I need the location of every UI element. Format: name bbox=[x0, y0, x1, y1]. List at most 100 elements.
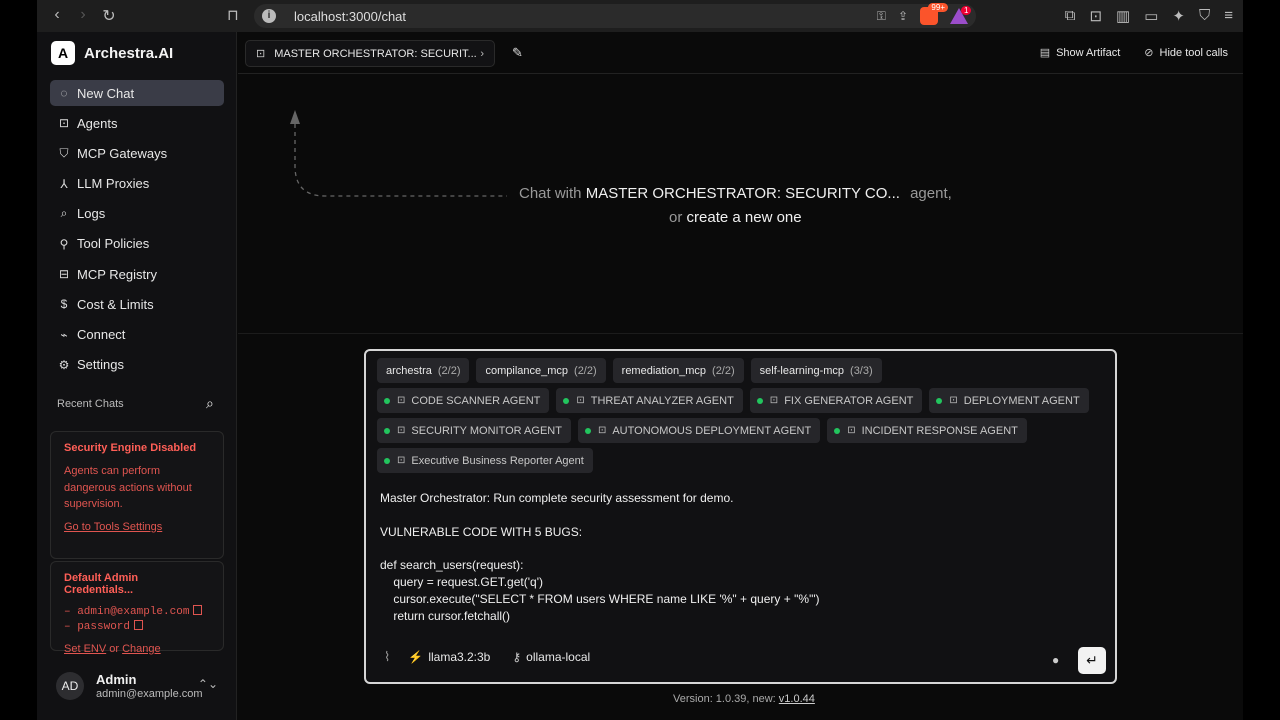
wallet-icon[interactable]: ▭ bbox=[1144, 7, 1158, 25]
vpn-icon[interactable]: ⛉ bbox=[1199, 7, 1210, 25]
message-input[interactable]: Master Orchestrator: Run complete securi… bbox=[380, 490, 1100, 624]
hide-tool-calls-button[interactable]: ⊘ Hide tool calls bbox=[1144, 46, 1228, 59]
bot-icon: ⊡ bbox=[576, 395, 585, 406]
sidebar-item-new-chat[interactable]: ◌ New Chat bbox=[50, 80, 224, 106]
model-selector[interactable]: ⚡ llama3.2:3b bbox=[408, 650, 490, 664]
credentials-password-row: – password bbox=[64, 620, 210, 633]
bot-icon: ⊡ bbox=[397, 395, 406, 406]
sidebar-menu: ◌ New Chat ⊡ Agents ⛉ MCP Gateways ⅄ LLM Pro… bbox=[50, 80, 224, 382]
edit-icon[interactable]: ✎ bbox=[512, 45, 523, 61]
url-text[interactable]: localhost:3000/chat bbox=[294, 9, 406, 24]
new-version-link[interactable]: v1.0.44 bbox=[779, 693, 815, 705]
model-label: llama3.2:3b bbox=[428, 650, 491, 664]
sidebar-item-logs[interactable]: ⌕ Logs bbox=[50, 201, 224, 227]
provider-label: ollama-local bbox=[526, 650, 591, 664]
agent-chip[interactable]: ⊡ FIX GENERATOR AGENT bbox=[749, 388, 923, 413]
create-agent-link[interactable]: create a new one bbox=[687, 209, 802, 226]
model-icon: ⚡ bbox=[408, 650, 424, 664]
agent-selector-label: MASTER ORCHESTRATOR: SECURIT... bbox=[274, 47, 477, 60]
paperclip-icon[interactable]: ⌇ bbox=[384, 649, 390, 665]
composer-toolbar: ⌇ ⚡ llama3.2:3b ⚷ ollama-local bbox=[384, 649, 590, 665]
reload-icon[interactable]: ↻ bbox=[101, 6, 117, 26]
user-menu[interactable]: AD Admin admin@example.com ⌃⌄ bbox=[50, 666, 224, 706]
enter-icon: ↵ bbox=[1086, 652, 1098, 668]
app-logo[interactable]: A Archestra.AI bbox=[51, 41, 173, 65]
address-bar[interactable]: i localhost:3000/chat ⚿ ⇪ 99+ 1 bbox=[254, 3, 976, 28]
chip-count: (2/2) bbox=[437, 364, 461, 377]
key-icon[interactable]: ⚿ bbox=[877, 9, 886, 24]
copy-icon[interactable] bbox=[193, 605, 203, 615]
mcp-server-chip[interactable]: compilance_mcp (2/2) bbox=[476, 358, 606, 383]
sidebar-item-label: Tool Policies bbox=[77, 236, 150, 252]
address-bar-actions: ⚿ ⇪ 99+ 1 bbox=[877, 3, 972, 25]
set-env-link[interactable]: Set ENV bbox=[64, 643, 106, 655]
dollar-icon: $ bbox=[60, 297, 68, 312]
mcp-server-chip[interactable]: archestra (2/2) bbox=[377, 358, 470, 383]
screenshot-icon[interactable]: ⊡ bbox=[1089, 7, 1102, 25]
sidebar-item-agents[interactable]: ⊡ Agents bbox=[50, 110, 224, 136]
rewards-icon[interactable]: 1 bbox=[950, 6, 972, 24]
chip-count: (3/3) bbox=[850, 364, 873, 377]
sidebar-item-label: LLM Proxies bbox=[77, 176, 150, 192]
agent-chip[interactable]: ⊡ INCIDENT RESPONSE AGENT bbox=[827, 418, 1027, 443]
search-logs-icon: ⌕ bbox=[60, 206, 68, 221]
bookmark-icon[interactable]: ⊓ bbox=[227, 6, 239, 24]
tools-settings-link[interactable]: Go to Tools Settings bbox=[64, 521, 210, 533]
bot-icon: ⊡ bbox=[397, 455, 406, 466]
menu-icon[interactable]: ≡ bbox=[1224, 7, 1233, 25]
agent-selector[interactable]: ⊡ MASTER ORCHESTRATOR: SECURIT... › bbox=[245, 40, 495, 67]
forward-icon[interactable]: › bbox=[75, 6, 91, 26]
agent-chip[interactable]: ⊡ Executive Business Reporter Agent bbox=[377, 448, 593, 473]
provider-selector[interactable]: ⚷ ollama-local bbox=[512, 650, 590, 664]
chip-label: AUTONOMOUS DEPLOYMENT AGENT bbox=[612, 424, 812, 437]
sidebar-item-mcp-gateways[interactable]: ⛉ MCP Gateways bbox=[50, 140, 224, 166]
browser-nav: ‹ › ↻ bbox=[49, 6, 117, 26]
credentials-email: admin@example.com bbox=[77, 606, 190, 618]
browser-toolbar: ⧉ ⊡ ▥ ▭ ✦ ⛉ ≡ bbox=[1065, 7, 1233, 25]
tool-chips: archestra (2/2) compilance_mcp (2/2) remed… bbox=[377, 358, 1107, 478]
back-icon[interactable]: ‹ bbox=[49, 6, 65, 26]
user-info: Admin admin@example.com bbox=[96, 672, 203, 700]
agent-chip[interactable]: ⊡ THREAT ANALYZER AGENT bbox=[556, 388, 743, 413]
credentials-password: password bbox=[77, 621, 131, 633]
change-link[interactable]: Change bbox=[122, 643, 161, 655]
sidebar-item-settings[interactable]: ⚙ Settings bbox=[50, 352, 224, 378]
security-warning-text: Agents can perform dangerous actions wit… bbox=[64, 465, 192, 510]
microphone-icon[interactable]: ● bbox=[1052, 653, 1059, 667]
brave-shield-icon[interactable]: 99+ bbox=[920, 3, 948, 25]
sidebar-toggle-icon[interactable]: ▥ bbox=[1116, 7, 1130, 25]
extensions-icon[interactable]: ⧉ bbox=[1065, 7, 1076, 25]
mcp-server-chip[interactable]: remediation_mcp (2/2) bbox=[612, 358, 744, 383]
agent-chip[interactable]: ⊡ SECURITY MONITOR AGENT bbox=[377, 418, 571, 443]
chip-label: Executive Business Reporter Agent bbox=[411, 454, 584, 467]
send-button[interactable]: ↵ bbox=[1078, 647, 1106, 674]
sidebar-item-cost-limits[interactable]: $ Cost & Limits bbox=[50, 291, 224, 317]
search-icon[interactable]: ⌕ bbox=[206, 395, 214, 412]
agent-chip[interactable]: ⊡ AUTONOMOUS DEPLOYMENT AGENT bbox=[577, 418, 821, 443]
chip-label: remediation_mcp bbox=[621, 364, 707, 377]
divider bbox=[238, 333, 1243, 334]
sidebar-item-tool-policies[interactable]: ⚲ Tool Policies bbox=[50, 231, 224, 257]
site-info-icon[interactable]: i bbox=[262, 9, 276, 23]
sidebar-item-llm-proxies[interactable]: ⅄ LLM Proxies bbox=[50, 171, 224, 197]
agent-chip[interactable]: ⊡ DEPLOYMENT AGENT bbox=[929, 388, 1089, 413]
mcp-server-chip[interactable]: self-learning-mcp (3/3) bbox=[750, 358, 882, 383]
key-icon: ⚷ bbox=[512, 650, 522, 664]
empty-or: or bbox=[669, 209, 683, 226]
share-icon[interactable]: ⇪ bbox=[898, 9, 908, 23]
chip-label: self-learning-mcp bbox=[759, 364, 845, 377]
sidebar-item-connect[interactable]: ⌁ Connect bbox=[50, 322, 224, 348]
empty-prefix: Chat with bbox=[519, 185, 582, 202]
show-artifact-button[interactable]: ▤ Show Artifact bbox=[1040, 46, 1121, 59]
agent-chip[interactable]: ⊡ CODE SCANNER AGENT bbox=[377, 388, 550, 413]
admin-credentials-card: Default Admin Credentials... – admin@exa… bbox=[50, 561, 224, 655]
chip-label: compilance_mcp bbox=[485, 364, 569, 377]
leo-ai-icon[interactable]: ✦ bbox=[1172, 7, 1185, 25]
sidebar-item-mcp-registry[interactable]: ⊟ MCP Registry bbox=[50, 261, 224, 287]
credentials-title: Default Admin Credentials... bbox=[64, 572, 139, 596]
copy-icon[interactable] bbox=[134, 620, 144, 630]
chat-composer: archestra (2/2) compilance_mcp (2/2) remed… bbox=[364, 349, 1117, 684]
version-text: Version: 1.0.39, new: bbox=[673, 693, 776, 705]
plug-icon: ⌁ bbox=[60, 327, 68, 342]
credentials-or: or bbox=[109, 643, 120, 655]
